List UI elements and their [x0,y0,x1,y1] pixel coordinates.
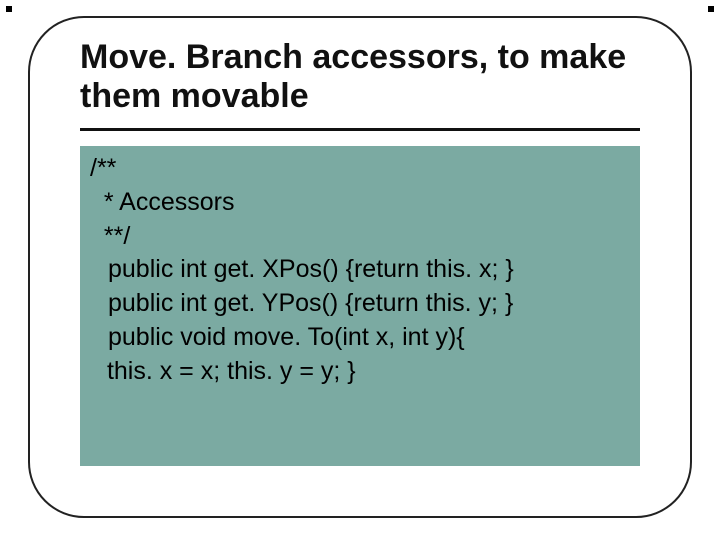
code-line: * Accessors [90,186,630,220]
slide-title: Move. Branch accessors, to make them mov… [80,38,640,116]
corner-marker-icon [708,6,714,12]
code-line: **/ [90,220,630,254]
corner-marker-icon [6,6,12,12]
code-line: /** [90,152,630,186]
code-line: public int get. YPos() {return this. y; … [90,287,630,321]
title-underline [80,128,640,131]
code-line: public int get. XPos() {return this. x; … [90,253,630,287]
slide: Move. Branch accessors, to make them mov… [0,0,720,540]
code-line: public void move. To(int x, int y){ [90,321,630,355]
code-line: this. x = x; this. y = y; } [90,355,630,389]
code-block: /** * Accessors **/ public int get. XPos… [80,146,640,466]
